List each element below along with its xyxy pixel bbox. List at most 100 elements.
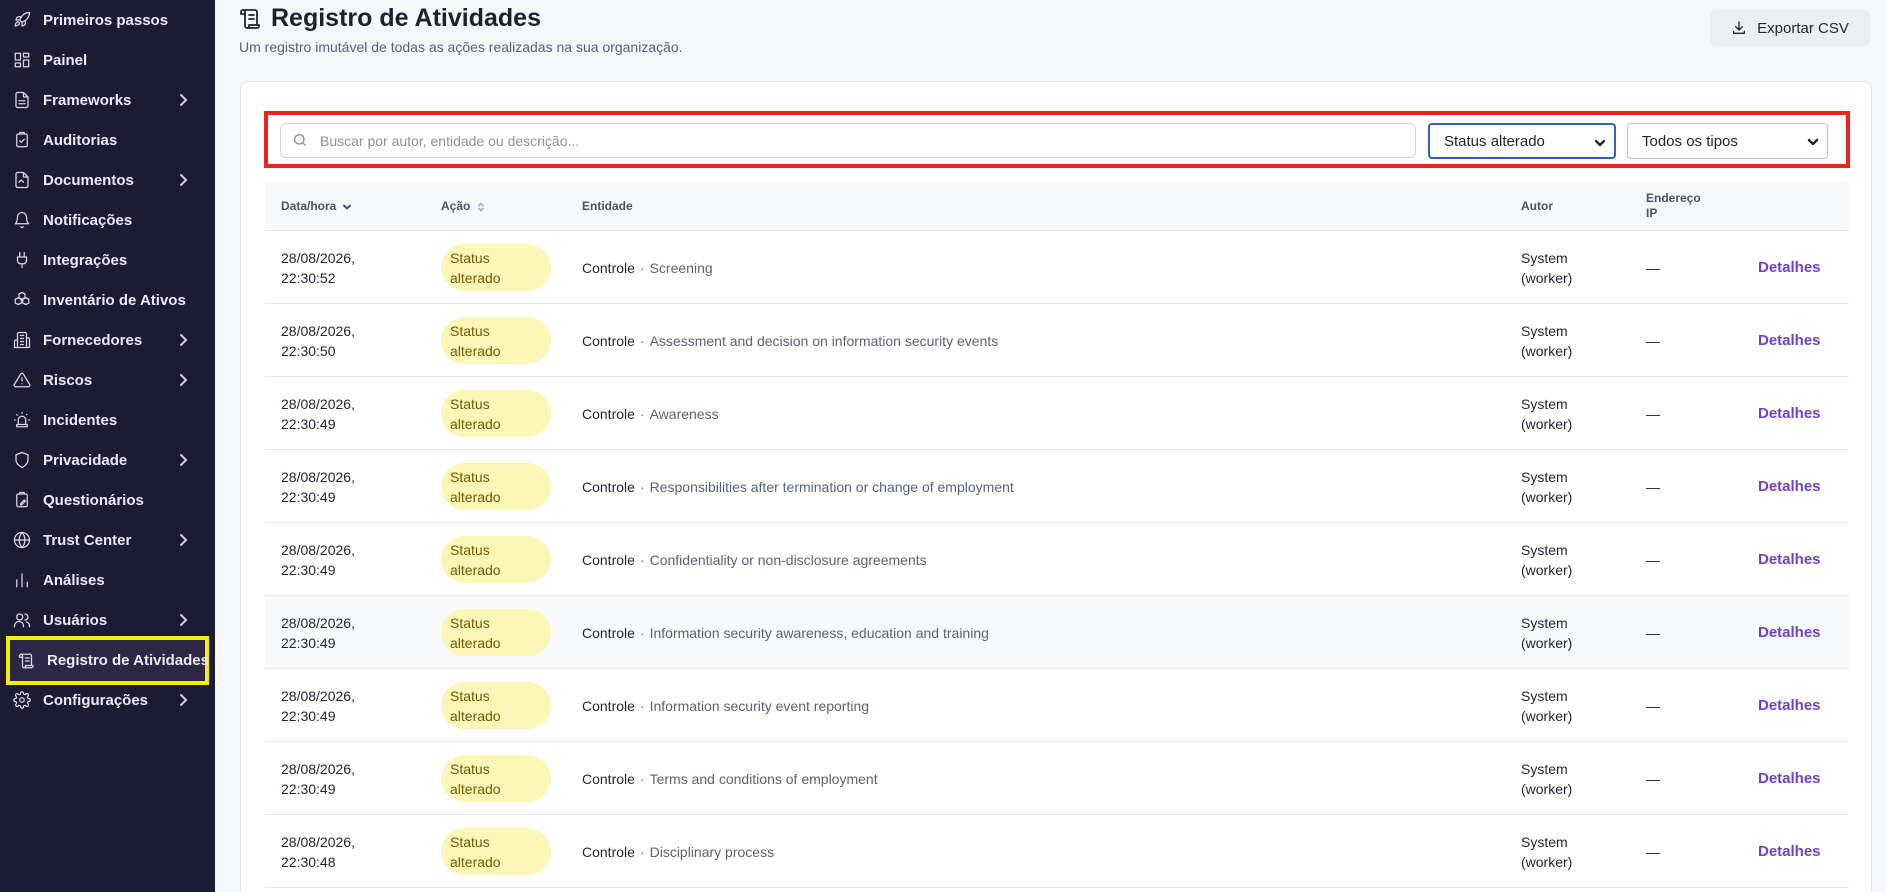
filter-bar: Status alterado Todos os tipos <box>264 111 1850 168</box>
details-link[interactable]: Detalhes <box>1758 304 1821 377</box>
status-filter-select[interactable]: Status alterado <box>1428 123 1616 159</box>
entity-name: Information security event reporting <box>649 697 870 714</box>
sort-icon <box>476 201 486 212</box>
sidebar-item-privacidade[interactable]: Privacidade <box>0 440 215 480</box>
cell-action: Status alterado <box>441 596 551 669</box>
search-box[interactable] <box>280 123 1416 158</box>
sidebar-item-label: Configurações <box>43 691 149 709</box>
details-link[interactable]: Detalhes <box>1758 596 1821 669</box>
status-badge: Status alterado <box>441 609 551 656</box>
cell-entity: Controle · Awareness <box>582 377 719 450</box>
sidebar-item-label: Incidentes <box>43 411 118 429</box>
cell-ip: — <box>1646 843 1660 860</box>
sidebar-item-integracoes[interactable]: Integrações <box>0 240 215 280</box>
export-csv-button[interactable]: Exportar CSV <box>1710 10 1870 46</box>
details-link[interactable]: Detalhes <box>1758 231 1821 304</box>
entity-type: Controle <box>582 405 635 422</box>
cell-datetime: 28/08/2026, 22:30:49 <box>281 468 355 505</box>
cell-author: System (worker) <box>1521 395 1573 432</box>
sidebar-item-configuracoes[interactable]: Configurações <box>0 680 215 720</box>
sidebar-item-primeiros-passos[interactable]: Primeiros passos <box>0 0 215 40</box>
entity-separator: · <box>639 551 645 568</box>
chevron-down-icon <box>342 201 352 211</box>
rocket-icon <box>12 10 32 30</box>
status-badge: Status alterado <box>441 463 551 510</box>
sidebar-item-label: Inventário de Ativos <box>43 291 186 309</box>
cell-action: Status alterado <box>441 377 551 450</box>
entity-type: Controle <box>582 551 635 568</box>
chevron-right-icon <box>175 332 191 348</box>
entity-separator: · <box>639 405 645 422</box>
building-icon <box>12 330 32 350</box>
plug-icon <box>12 250 32 270</box>
cell-ip: — <box>1646 259 1660 276</box>
details-link[interactable]: Detalhes <box>1758 815 1821 888</box>
sidebar-item-label: Privacidade <box>43 451 128 469</box>
sidebar-item-usuarios[interactable]: Usuários <box>0 600 215 640</box>
sidebar-item-notificacoes[interactable]: Notificações <box>0 200 215 240</box>
search-input[interactable] <box>320 132 1400 149</box>
entity-type: Controle <box>582 843 635 860</box>
status-badge: Status alterado <box>441 244 551 291</box>
gear-icon <box>12 690 32 710</box>
shield-icon <box>12 450 32 470</box>
sidebar-item-incidentes[interactable]: Incidentes <box>0 400 215 440</box>
page-subtitle: Um registro imutável de todas as ações r… <box>239 39 683 55</box>
entity-type: Controle <box>582 770 635 787</box>
details-link[interactable]: Detalhes <box>1758 669 1821 742</box>
sidebar-item-auditorias[interactable]: Auditorias <box>0 120 215 160</box>
entity-name: Information security awareness, educatio… <box>649 624 989 641</box>
details-link[interactable]: Detalhes <box>1758 742 1821 815</box>
cell-action: Status alterado <box>441 450 551 523</box>
cell-entity: Controle · Information security event repo… <box>582 669 869 742</box>
status-filter-value: Status alterado <box>1444 132 1545 150</box>
sidebar-item-registro-de-atividades[interactable]: Registro de Atividades <box>6 636 209 685</box>
status-badge: Status alterado <box>441 682 551 729</box>
cell-author: System (worker) <box>1521 614 1573 651</box>
sidebar-item-questionarios[interactable]: Questionários <box>0 480 215 520</box>
sidebar-item-riscos[interactable]: Riscos <box>0 360 215 400</box>
chevron-right-icon <box>175 92 191 108</box>
sidebar-item-label: Auditorias <box>43 131 118 149</box>
entity-separator: · <box>639 332 645 349</box>
entity-type: Controle <box>582 332 635 349</box>
cell-action: Status alterado <box>441 815 551 888</box>
sidebar-item-frameworks[interactable]: Frameworks <box>0 80 215 120</box>
table-row: 28/08/2026, 22:30:52 Status alterado Control… <box>265 231 1849 304</box>
scroll-icon <box>18 651 36 671</box>
bar-chart-icon <box>12 570 32 590</box>
table-row: 28/08/2026, 22:30:49 Status alterado Control… <box>265 377 1849 450</box>
sidebar-item-fornecedores[interactable]: Fornecedores <box>0 320 215 360</box>
sidebar-item-trust-center[interactable]: Trust Center <box>0 520 215 560</box>
sidebar: Primeiros passos Painel Frameworks Auditori… <box>0 0 215 892</box>
entity-type: Controle <box>582 478 635 495</box>
sidebar-item-painel[interactable]: Painel <box>0 40 215 80</box>
cell-datetime: 28/08/2026, 22:30:49 <box>281 760 355 797</box>
cell-ip: — <box>1646 770 1660 787</box>
entity-separator: · <box>639 697 645 714</box>
export-csv-label: Exportar CSV <box>1757 19 1849 37</box>
sidebar-item-analises[interactable]: Análises <box>0 560 215 600</box>
sidebar-item-label: Notificações <box>43 211 133 229</box>
bell-icon <box>12 210 32 230</box>
type-filter-select[interactable]: Todos os tipos <box>1627 123 1828 159</box>
table-row: 28/08/2026, 22:30:49 Status alterado Control… <box>265 596 1849 669</box>
sidebar-item-label: Integrações <box>43 251 128 269</box>
column-header-datetime[interactable]: Data/hora <box>281 181 352 231</box>
status-badge: Status alterado <box>441 755 551 802</box>
cell-ip: — <box>1646 478 1660 495</box>
entity-name: Terms and conditions of employment <box>649 770 878 787</box>
sidebar-item-documentos[interactable]: Documentos <box>0 160 215 200</box>
clipboard-pen-icon <box>12 490 32 510</box>
details-link[interactable]: Detalhes <box>1758 450 1821 523</box>
type-filter-value: Todos os tipos <box>1642 132 1738 150</box>
status-badge: Status alterado <box>441 317 551 364</box>
details-link[interactable]: Detalhes <box>1758 523 1821 596</box>
column-header-action[interactable]: Ação <box>441 181 486 231</box>
entity-name: Confidentiality or non-disclosure agreem… <box>649 551 927 568</box>
details-link[interactable]: Detalhes <box>1758 377 1821 450</box>
chevron-right-icon <box>175 532 191 548</box>
sidebar-item-inventario-de-ativos[interactable]: Inventário de Ativos <box>0 280 215 320</box>
cell-entity: Controle · Terms and conditions of employm… <box>582 742 878 815</box>
file-text-icon <box>12 170 32 190</box>
